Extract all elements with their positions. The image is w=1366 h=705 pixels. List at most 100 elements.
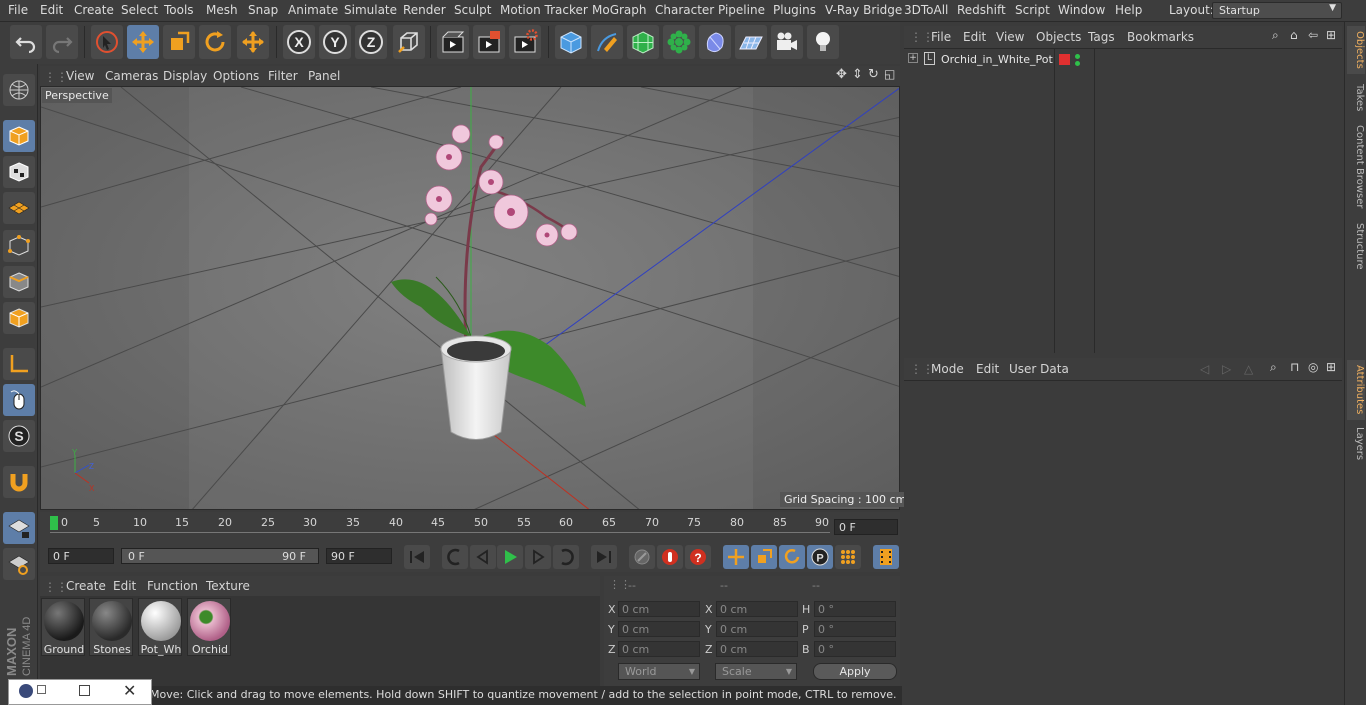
new-panel-icon[interactable]: ⊞ — [1326, 360, 1336, 374]
next-key-button[interactable] — [553, 545, 579, 569]
target-icon[interactable]: ◎ — [1308, 360, 1318, 374]
viewport-menu-options[interactable]: Options — [213, 69, 259, 83]
go-to-start-button[interactable] — [404, 545, 430, 569]
menu-edit[interactable]: Edit — [40, 3, 63, 17]
coordinate-system-dropdown[interactable]: World ▼ — [618, 663, 700, 680]
redo-button[interactable] — [46, 25, 78, 59]
polygons-mode-button[interactable] — [3, 302, 35, 334]
points-mode-button[interactable] — [3, 230, 35, 262]
key-parameter-button[interactable]: P — [807, 545, 833, 569]
next-frame-button[interactable] — [525, 545, 551, 569]
restore-icon[interactable] — [37, 685, 46, 694]
tweak-mode-button[interactable] — [3, 384, 35, 416]
up-arrow-icon[interactable]: △ — [1244, 362, 1253, 376]
viewport-menu-cameras[interactable]: Cameras — [105, 69, 158, 83]
material-menu-create[interactable]: Create — [66, 579, 106, 593]
live-selection-button[interactable] — [91, 25, 123, 59]
material-pot-white[interactable]: Pot_Wh — [138, 598, 182, 656]
rotation-b-field[interactable]: 0 ° — [814, 641, 896, 657]
key-scale-button[interactable] — [751, 545, 777, 569]
layer-color-swatch[interactable] — [1059, 54, 1070, 65]
menu-motion-tracker[interactable]: Motion Tracker — [500, 3, 588, 17]
go-to-end-button[interactable] — [591, 545, 617, 569]
menu-character[interactable]: Character — [655, 3, 714, 17]
locked-workplane-button[interactable] — [3, 512, 35, 544]
tab-structure[interactable]: Structure — [1347, 218, 1365, 274]
attribute-menu-edit[interactable]: Edit — [976, 362, 999, 376]
move-tool-button[interactable] — [127, 25, 159, 59]
viewport-pan-icon[interactable]: ✥ — [836, 67, 847, 82]
forward-arrow-icon[interactable]: ▷ — [1222, 362, 1231, 376]
edges-mode-button[interactable] — [3, 266, 35, 298]
home-icon[interactable]: ⌂ — [1290, 28, 1298, 42]
menu-help[interactable]: Help — [1115, 3, 1142, 17]
tab-content-browser[interactable]: Content Browser — [1347, 122, 1365, 212]
close-icon[interactable]: ✕ — [123, 681, 136, 700]
texture-mode-button[interactable] — [3, 156, 35, 188]
object-menu-tags[interactable]: Tags — [1088, 30, 1115, 44]
world-coordinates-button[interactable] — [393, 25, 425, 59]
layout-select[interactable]: Startup ▼ — [1212, 2, 1342, 19]
material-orchid[interactable]: Orchid — [187, 598, 231, 656]
undo-button[interactable] — [10, 25, 42, 59]
material-menu-function[interactable]: Function — [147, 579, 198, 593]
object-menu-file[interactable]: File — [931, 30, 951, 44]
viewport-rotate-icon[interactable]: ↻ — [868, 67, 879, 82]
attribute-menu-user-data[interactable]: User Data — [1009, 362, 1069, 376]
y-axis-button[interactable]: Y — [319, 25, 351, 59]
playhead[interactable] — [50, 516, 58, 530]
material-menu-texture[interactable]: Texture — [206, 579, 250, 593]
frame-range-slider[interactable]: 0 F 90 F — [121, 548, 319, 564]
menu-tools[interactable]: Tools — [164, 3, 194, 17]
render-view-button[interactable] — [437, 25, 469, 59]
timeline-window-button[interactable] — [873, 545, 899, 569]
attribute-menu-mode[interactable]: Mode — [931, 362, 964, 376]
x-axis-button[interactable]: X — [283, 25, 315, 59]
axis-mode-button[interactable] — [3, 348, 35, 380]
timeline-ruler[interactable] — [40, 512, 900, 542]
menu-file[interactable]: File — [8, 3, 28, 17]
menu-create[interactable]: Create — [74, 3, 114, 17]
viewport-maximize-icon[interactable]: ◱ — [884, 67, 895, 81]
menu-plugins[interactable]: Plugins — [773, 3, 816, 17]
size-x-field[interactable]: 0 cm — [716, 601, 798, 617]
z-axis-button[interactable]: Z — [355, 25, 387, 59]
object-menu-edit[interactable]: Edit — [963, 30, 986, 44]
object-name[interactable]: Orchid_in_White_Pot — [941, 53, 1053, 66]
expand-icon[interactable]: + — [908, 53, 918, 63]
search-icon[interactable]: ⌕ — [1270, 360, 1277, 375]
editor-visibility-dot[interactable] — [1075, 54, 1080, 59]
magnet-button[interactable] — [3, 466, 35, 498]
render-visibility-dot[interactable] — [1075, 61, 1080, 66]
position-x-field[interactable]: 0 cm — [618, 601, 700, 617]
apply-button[interactable]: Apply — [813, 663, 897, 680]
rotate-tool-button[interactable] — [199, 25, 231, 59]
deformer-button[interactable] — [699, 25, 731, 59]
menu-mesh[interactable]: Mesh — [206, 3, 238, 17]
position-y-field[interactable]: 0 cm — [618, 621, 700, 637]
tab-attributes[interactable]: Attributes — [1347, 360, 1365, 420]
rotation-p-field[interactable]: 0 ° — [814, 621, 896, 637]
menu-select[interactable]: Select — [121, 3, 158, 17]
previous-frame-button[interactable] — [470, 545, 496, 569]
record-active-button[interactable] — [657, 545, 683, 569]
viewport-menu-display[interactable]: Display — [163, 69, 207, 83]
workplane-mode-button[interactable] — [3, 192, 35, 224]
lock-icon[interactable]: ⊓ — [1290, 360, 1299, 374]
menu-snap[interactable]: Snap — [248, 3, 278, 17]
menu-3dtoall[interactable]: 3DToAll — [904, 3, 948, 17]
previous-key-button[interactable] — [442, 545, 468, 569]
cube-button[interactable] — [555, 25, 587, 59]
menu-window[interactable]: Window — [1058, 3, 1105, 17]
rotation-h-field[interactable]: 0 ° — [814, 601, 896, 617]
play-button[interactable] — [497, 545, 523, 569]
menu-sculpt[interactable]: Sculpt — [454, 3, 491, 17]
tab-objects[interactable]: Objects — [1347, 26, 1365, 74]
motion-recording-button[interactable] — [629, 545, 655, 569]
back-arrow-icon[interactable]: ◁ — [1200, 362, 1209, 376]
menu-render[interactable]: Render — [403, 3, 446, 17]
material-menu-edit[interactable]: Edit — [113, 579, 136, 593]
search-icon[interactable]: ⌕ — [1272, 28, 1279, 43]
scale-tool-button[interactable] — [163, 25, 195, 59]
back-icon[interactable]: ⇦ — [1308, 28, 1318, 42]
